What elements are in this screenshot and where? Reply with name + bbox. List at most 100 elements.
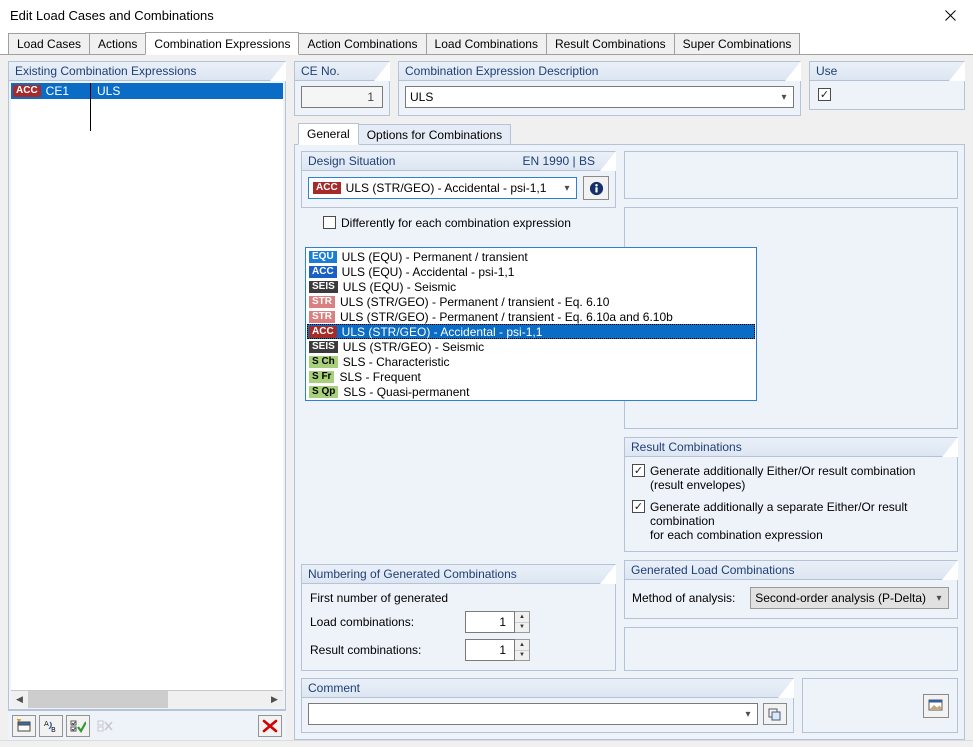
- general-panel: Design Situation EN 1990 | BS ACC ULS (S…: [294, 144, 965, 740]
- comment-row: Comment ▾: [301, 678, 958, 733]
- list-horizontal-scrollbar[interactable]: ◀ ▶: [11, 690, 283, 708]
- check-icon: ✓: [819, 88, 830, 101]
- option-label: ULS (STR/GEO) - Permanent / transient - …: [340, 294, 610, 309]
- top-row: CE No. 1 Combination Expression Descript…: [294, 61, 965, 116]
- result-option-0-line2: (result envelopes): [650, 478, 746, 492]
- design-situation-group: Design Situation EN 1990 | BS ACC ULS (S…: [301, 151, 616, 208]
- list-empty-row[interactable]: [11, 115, 283, 131]
- description-value[interactable]: ULS: [406, 90, 775, 104]
- option-badge: ACC: [309, 325, 337, 338]
- inner-tabs: General Options for Combinations: [294, 122, 965, 145]
- tab-combination-expressions[interactable]: Combination Expressions: [145, 32, 300, 55]
- result-combinations-row: Result combinations: 1 ▲ ▼: [310, 639, 607, 661]
- check-all-icon[interactable]: [66, 714, 90, 737]
- scroll-right-icon[interactable]: ▶: [266, 694, 283, 705]
- method-label: Method of analysis:: [632, 591, 736, 605]
- method-of-analysis-row: Method of analysis: Second-order analysi…: [632, 587, 949, 609]
- list-empty-row[interactable]: [11, 99, 283, 115]
- tab-options-for-combinations[interactable]: Options for Combinations: [357, 124, 512, 144]
- result-option-0[interactable]: ✓ Generate additionally Either/Or result…: [632, 464, 949, 492]
- option-label: ULS (STR/GEO) - Accidental - psi-1,1: [341, 324, 543, 339]
- option-badge: S Qp: [309, 385, 339, 398]
- dropdown-option-3[interactable]: STR ULS (STR/GEO) - Permanent / transien…: [307, 294, 755, 309]
- dropdown-option-2[interactable]: SEIS ULS (EQU) - Seismic: [307, 279, 755, 294]
- design-situation-value[interactable]: ACC ULS (STR/GEO) - Accidental - psi-1,1: [309, 181, 558, 195]
- scroll-thumb[interactable]: [28, 690, 168, 708]
- load-combinations-stepper[interactable]: 1 ▲ ▼: [465, 611, 530, 633]
- description-combo[interactable]: ULS ▾: [405, 86, 794, 108]
- design-situation-header: Design Situation EN 1990 | BS: [301, 151, 616, 170]
- load-combinations-label: Load combinations:: [310, 615, 415, 629]
- method-of-analysis-combo[interactable]: Second-order analysis (P-Delta) ▾: [750, 587, 949, 609]
- dropdown-option-8[interactable]: S Fr SLS - Frequent: [307, 369, 755, 384]
- window-title: Edit Load Cases and Combinations: [10, 8, 214, 23]
- design-situation-selected-badge: ACC: [313, 182, 341, 194]
- info-icon[interactable]: [583, 176, 609, 200]
- spinner-up-icon[interactable]: ▲: [515, 640, 529, 651]
- new-window-icon[interactable]: [12, 714, 36, 737]
- load-combinations-input[interactable]: 1: [465, 611, 515, 633]
- scroll-track[interactable]: [28, 690, 266, 708]
- left-column: Existing Combination Expressions ACC CE1…: [8, 61, 286, 740]
- result-combinations-input[interactable]: 1: [465, 639, 515, 661]
- tab-super-combinations[interactable]: Super Combinations: [673, 33, 801, 54]
- result-option-1[interactable]: ✓ Generate additionally a separate Eithe…: [632, 500, 949, 542]
- dropdown-option-1[interactable]: ACC ULS (EQU) - Accidental - psi-1,1: [307, 264, 755, 279]
- design-situation-dropdown[interactable]: EQU ULS (EQU) - Permanent / transient AC…: [305, 247, 757, 401]
- option-label: ULS (EQU) - Accidental - psi-1,1: [341, 264, 515, 279]
- use-title: Use: [809, 61, 965, 80]
- design-situation-title: Design Situation: [308, 154, 396, 168]
- dropdown-option-7[interactable]: S Ch SLS - Characteristic: [307, 354, 755, 369]
- chevron-down-icon[interactable]: ▾: [775, 87, 793, 107]
- design-situation-combo[interactable]: ACC ULS (STR/GEO) - Accidental - psi-1,1…: [308, 177, 577, 199]
- uncheck-all-icon: [93, 715, 117, 737]
- tab-action-combinations[interactable]: Action Combinations: [298, 33, 427, 54]
- either-or-envelope-checkbox[interactable]: ✓: [632, 464, 645, 477]
- result-combinations-group: Result Combinations ✓ Generate additiona…: [624, 437, 958, 552]
- spinner-up-icon[interactable]: ▲: [515, 612, 529, 623]
- chevron-down-icon[interactable]: ▾: [930, 588, 948, 608]
- option-badge: ACC: [309, 265, 337, 278]
- method-value[interactable]: Second-order analysis (P-Delta): [751, 591, 930, 605]
- option-badge: SEIS: [309, 280, 338, 293]
- ce-no-input[interactable]: 1: [301, 86, 383, 108]
- option-badge: S Fr: [309, 370, 335, 383]
- dropdown-option-4[interactable]: STR ULS (STR/GEO) - Permanent / transien…: [307, 309, 755, 324]
- dropdown-option-5[interactable]: ACC ULS (STR/GEO) - Accidental - psi-1,1: [307, 324, 755, 339]
- spinner-down-icon[interactable]: ▼: [515, 650, 529, 660]
- differently-checkbox[interactable]: [323, 216, 336, 229]
- comment-group: Comment ▾: [301, 678, 794, 733]
- tab-actions[interactable]: Actions: [89, 33, 147, 54]
- rename-ab-icon[interactable]: A B: [39, 714, 63, 737]
- dropdown-option-6[interactable]: SEIS ULS (STR/GEO) - Seismic: [307, 339, 755, 354]
- numbering-heading: First number of generated: [310, 591, 449, 605]
- use-checkbox[interactable]: ✓: [818, 88, 831, 101]
- either-or-per-expression-checkbox[interactable]: ✓: [632, 500, 645, 513]
- list-item-no-cell: ACC CE1: [11, 83, 91, 99]
- red-x-icon[interactable]: [258, 714, 282, 737]
- result-combinations-stepper[interactable]: 1 ▲ ▼: [465, 639, 530, 661]
- dropdown-option-0[interactable]: EQU ULS (EQU) - Permanent / transient: [307, 249, 755, 264]
- dropdown-option-9[interactable]: S Qp SLS - Quasi-permanent: [307, 384, 755, 399]
- option-badge: STR: [309, 295, 335, 308]
- list-toolbar: A B: [8, 710, 286, 740]
- comment-combo[interactable]: ▾: [308, 703, 758, 725]
- tab-general[interactable]: General: [298, 123, 359, 145]
- chevron-down-icon[interactable]: ▾: [558, 178, 576, 198]
- spinner-down-icon[interactable]: ▼: [515, 622, 529, 632]
- use-group: Use ✓: [809, 61, 965, 116]
- close-icon[interactable]: [927, 0, 973, 31]
- tab-result-combinations[interactable]: Result Combinations: [545, 33, 675, 54]
- tab-load-combinations[interactable]: Load Combinations: [425, 33, 547, 54]
- tab-load-cases[interactable]: Load Cases: [8, 33, 91, 54]
- image-picker-icon[interactable]: [923, 693, 949, 718]
- option-label: ULS (EQU) - Seismic: [342, 279, 457, 294]
- result-combinations-label: Result combinations:: [310, 643, 422, 657]
- scroll-left-icon[interactable]: ◀: [11, 694, 28, 705]
- comment-library-icon[interactable]: [763, 703, 787, 725]
- chevron-down-icon[interactable]: ▾: [739, 704, 757, 724]
- differently-option-row[interactable]: Differently for each combination express…: [301, 215, 616, 230]
- option-label: ULS (STR/GEO) - Seismic: [342, 339, 485, 354]
- list-item[interactable]: ACC CE1 ULS: [11, 83, 283, 99]
- combination-expressions-list[interactable]: ACC CE1 ULS: [11, 83, 283, 690]
